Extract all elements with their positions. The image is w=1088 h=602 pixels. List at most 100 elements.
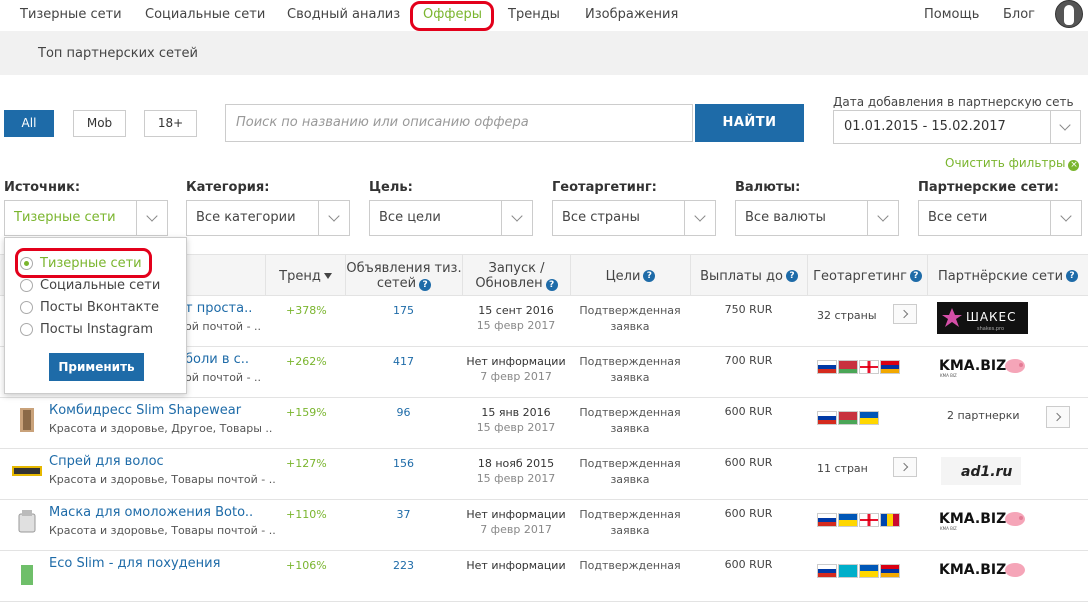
info-icon[interactable]: ?: [909, 270, 922, 282]
category-select[interactable]: Все категории: [186, 200, 350, 236]
filter-label-source: Источник:: [4, 180, 81, 195]
kma-biz-logo: KMA.BIZ KMA BIZ: [939, 511, 1025, 531]
chevron-right-icon[interactable]: [1046, 406, 1070, 428]
offer-name-link[interactable]: боли в с..: [185, 352, 249, 367]
nav-help[interactable]: Помощь: [924, 7, 979, 22]
offer-name-link[interactable]: Комбидресс Slim Shapewear: [49, 403, 241, 418]
col-ads-line1: Объявления тиз.: [346, 261, 462, 276]
trend-value: +262%: [286, 355, 327, 368]
category-select-value: Все категории: [196, 210, 296, 225]
ads-count-link[interactable]: 223: [346, 559, 461, 572]
nav-teaser-networks[interactable]: Тизерные сети: [20, 7, 122, 22]
partner-logo-subtext: shakes.pro: [977, 326, 1004, 332]
nav-images[interactable]: Изображения: [585, 7, 678, 22]
trend-value: +106%: [286, 559, 327, 572]
source-select[interactable]: Тизерные сети: [4, 200, 168, 236]
nav-trends[interactable]: Тренды: [508, 7, 560, 22]
currency-select[interactable]: Все валюты: [735, 200, 899, 236]
payout-value: 600 RUR: [724, 456, 773, 469]
offer-category: Красота и здоровье, Товары почтой - ..: [49, 473, 276, 486]
offer-name-link[interactable]: Eco Slim - для похудения: [49, 556, 220, 571]
offer-goal: Подтвержденная заявка: [571, 354, 689, 386]
partner-networks-select[interactable]: Все сети: [918, 200, 1082, 236]
info-icon[interactable]: ?: [643, 270, 656, 282]
user-avatar[interactable]: [1055, 0, 1083, 28]
trend-value: +378%: [286, 304, 327, 317]
table-row[interactable]: Спрей для волос Красота и здоровье, Това…: [0, 449, 1088, 500]
updated-date: 15 февр 2017: [476, 319, 556, 332]
col-payout: Выплаты до?: [691, 255, 808, 297]
source-option-label: Социальные сети: [40, 278, 161, 293]
table-row[interactable]: Eco Slim - для похудения +106% 223 Нет и…: [0, 551, 1088, 602]
flag-ua-icon: [859, 564, 879, 578]
apply-button[interactable]: Применить: [49, 353, 144, 381]
info-icon[interactable]: ?: [419, 279, 432, 291]
col-partners-label: Партнёрские сети: [937, 268, 1064, 284]
flag-ru-icon: [817, 360, 837, 374]
geo-flags: [817, 513, 900, 527]
goal-select[interactable]: Все цели: [369, 200, 533, 236]
offer-goal: Подтвержденная заявка: [571, 507, 689, 539]
launch-dates: Нет информации 7 февр 2017: [463, 354, 569, 384]
partners-count: 2 партнерки: [947, 409, 1020, 422]
updated-date: 7 февр 2017: [480, 370, 552, 383]
offer-name-link[interactable]: Спрей для волос: [49, 454, 164, 469]
search-button[interactable]: НАЙТИ: [695, 104, 804, 142]
launch-dates: 15 янв 2016 15 февр 2017: [463, 405, 569, 435]
flag-ge-icon: [859, 360, 879, 374]
trend-value: +127%: [286, 457, 327, 470]
filter-adult-button[interactable]: 18+: [144, 110, 197, 137]
shakes-logo: ШАКЕС shakes.pro: [937, 302, 1028, 334]
offer-search-input[interactable]: Поиск по названию или описанию оффера: [225, 104, 693, 142]
launch-date: 15 янв 2016: [481, 406, 551, 419]
info-icon[interactable]: ?: [785, 270, 798, 282]
chevron-right-icon[interactable]: [893, 304, 917, 324]
ads-count-link[interactable]: 417: [346, 355, 461, 368]
ads-count-link[interactable]: 96: [346, 406, 461, 419]
geo-count: 32 страны: [817, 309, 877, 322]
offer-category: ой почтой - ..: [185, 320, 262, 333]
trend-value: +110%: [286, 508, 327, 521]
geo-count: 11 стран: [817, 462, 868, 475]
offer-thumbnail: [21, 565, 33, 585]
filter-all-button[interactable]: All: [4, 110, 54, 137]
date-range-select[interactable]: 01.01.2015 - 15.02.2017: [833, 110, 1081, 144]
nav-summary-analysis[interactable]: Сводный анализ: [287, 7, 400, 22]
chevron-down-icon: [318, 201, 349, 235]
trend-value: +159%: [286, 406, 327, 419]
partner-logo-subtext: KMA BIZ: [940, 526, 957, 531]
geo-flags: [817, 360, 900, 374]
payout-value: 600 RUR: [724, 558, 773, 571]
ads-count-link[interactable]: 156: [346, 457, 461, 470]
filter-mob-button[interactable]: Mob: [73, 110, 126, 137]
col-trend[interactable]: Тренд: [266, 255, 346, 297]
launch-date: Нет информации: [466, 355, 566, 368]
payout-value: 700 RUR: [724, 354, 773, 367]
ads-count-link[interactable]: 37: [346, 508, 461, 521]
info-icon[interactable]: ?: [545, 279, 558, 291]
flag-ua-icon: [859, 411, 879, 425]
clear-filters-link[interactable]: Очистить фильтры ×: [945, 156, 1080, 171]
ads-count-link[interactable]: 175: [346, 304, 461, 317]
chevron-down-icon: [501, 201, 532, 235]
table-row[interactable]: Комбидресс Slim Shapewear Красота и здор…: [0, 398, 1088, 449]
sub-navigation: Топ партнерских сетей: [0, 31, 1088, 75]
radio-unchecked-icon: [20, 301, 33, 314]
nav-blog[interactable]: Блог: [1003, 7, 1035, 22]
nav-social-networks[interactable]: Социальные сети: [145, 7, 265, 22]
partner-logo-text: KMA.BIZ: [939, 511, 1006, 527]
offer-name-link[interactable]: Маска для омоложения Boto..: [49, 505, 253, 520]
chevron-right-icon[interactable]: [893, 457, 917, 477]
nav-top-partner-networks[interactable]: Топ партнерских сетей: [38, 46, 198, 61]
filter-label-category: Категория:: [186, 180, 270, 195]
launch-dates: Нет информации: [463, 558, 569, 573]
offer-name-link[interactable]: т проста..: [185, 301, 252, 316]
table-row[interactable]: Маска для омоложения Boto.. Красота и зд…: [0, 500, 1088, 551]
offer-goal: Подтвержденная: [571, 558, 689, 574]
filter-label-goal: Цель:: [369, 180, 413, 195]
source-dropdown-menu: Тизерные сети Социальные сети Посты Вкон…: [4, 237, 187, 394]
flag-ru-icon: [817, 564, 837, 578]
info-icon[interactable]: ?: [1066, 270, 1079, 282]
geo-select[interactable]: Все страны: [552, 200, 716, 236]
partner-logo-text: KMA.BIZ: [939, 358, 1006, 374]
